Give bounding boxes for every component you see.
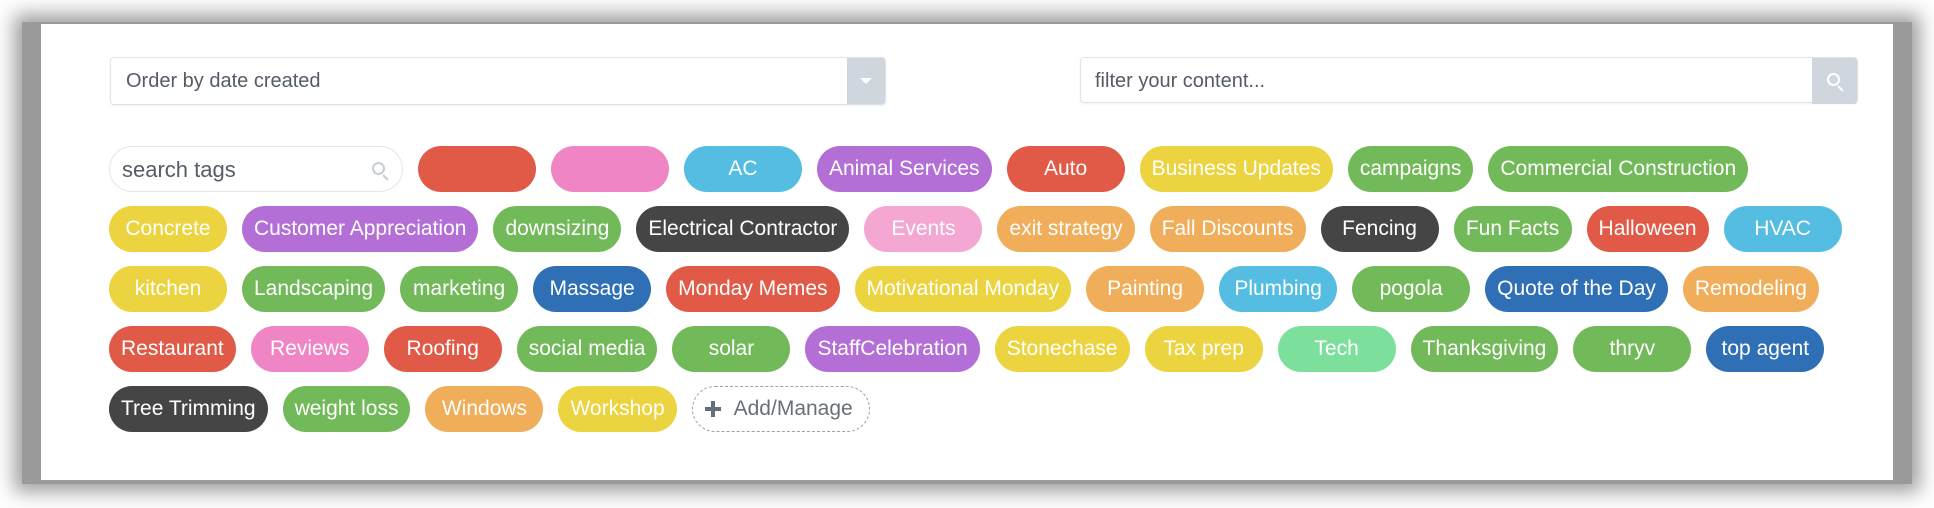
- tag-pill[interactable]: downsizing: [493, 206, 622, 252]
- tag-pill[interactable]: Monday Memes: [666, 266, 840, 312]
- tag-pill[interactable]: Electrical Contractor: [636, 206, 850, 252]
- tag-pill[interactable]: Customer Appreciation: [242, 206, 479, 252]
- tag-pill[interactable]: Quote of the Day: [1485, 266, 1668, 312]
- tag-pill[interactable]: campaigns: [1347, 146, 1474, 192]
- tag-pill[interactable]: Events: [864, 206, 983, 252]
- tag-pill[interactable]: [418, 146, 536, 192]
- tag-pill[interactable]: Roofing: [383, 326, 502, 372]
- tag-pill[interactable]: Stonechase: [994, 326, 1130, 372]
- tag-pill[interactable]: Fall Discounts: [1149, 206, 1306, 252]
- tag-pill[interactable]: HVAC: [1723, 206, 1842, 252]
- tag-pill[interactable]: Thanksgiving: [1410, 326, 1559, 372]
- tag-pill[interactable]: Massage: [533, 266, 652, 312]
- tag-pill[interactable]: Fencing: [1320, 206, 1439, 252]
- tag-pill[interactable]: StaffCelebration: [805, 326, 980, 372]
- filter-search-button[interactable]: [1812, 58, 1857, 104]
- tag-pill[interactable]: Fun Facts: [1453, 206, 1572, 252]
- tag-pill[interactable]: Windows: [425, 386, 544, 432]
- tag-pill[interactable]: Business Updates: [1139, 146, 1333, 192]
- tag-pill[interactable]: top agent: [1706, 326, 1825, 372]
- tag-pill[interactable]: marketing: [400, 266, 519, 312]
- tag-pill[interactable]: AC: [684, 146, 802, 192]
- tag-pill[interactable]: kitchen: [109, 266, 227, 312]
- tag-pill[interactable]: Commercial Construction: [1488, 146, 1749, 192]
- tag-pill[interactable]: Tax prep: [1144, 326, 1263, 372]
- add-manage-label: Add/Manage: [733, 397, 853, 420]
- tag-pill[interactable]: social media: [516, 326, 658, 372]
- tag-pill[interactable]: Auto: [1006, 146, 1125, 192]
- chevron-down-icon: [860, 78, 872, 84]
- tag-pill[interactable]: Remodeling: [1682, 266, 1819, 312]
- tag-pill[interactable]: Workshop: [558, 386, 677, 432]
- tag-list: AC Animal Services Auto Business Updates cam…: [109, 146, 1869, 432]
- tag-pill[interactable]: thryv: [1573, 326, 1692, 372]
- order-select[interactable]: Order by date created: [110, 57, 886, 105]
- tag-pill[interactable]: Concrete: [109, 206, 227, 252]
- tag-pill[interactable]: Halloween: [1586, 206, 1709, 252]
- tag-pill[interactable]: Landscaping: [242, 266, 386, 312]
- tag-pill[interactable]: weight loss: [282, 386, 411, 432]
- tag-search-input[interactable]: [122, 156, 362, 184]
- tag-pill[interactable]: solar: [672, 326, 791, 372]
- tag-pill[interactable]: [551, 146, 669, 192]
- tag-pill[interactable]: Tree Trimming: [109, 386, 268, 432]
- tag-pill[interactable]: Painting: [1086, 266, 1205, 312]
- tag-pill[interactable]: Restaurant: [109, 326, 236, 372]
- tag-pill[interactable]: Motivational Monday: [854, 266, 1072, 312]
- tag-pill[interactable]: Reviews: [250, 326, 369, 372]
- add-manage-tags-button[interactable]: Add/Manage: [691, 386, 870, 432]
- tag-pill[interactable]: exit strategy: [997, 206, 1135, 252]
- tag-search: [109, 146, 403, 192]
- order-select-value: Order by date created: [126, 70, 321, 92]
- order-dropdown-toggle[interactable]: [847, 58, 885, 104]
- tag-pill[interactable]: Tech: [1277, 326, 1396, 372]
- plus-icon: [704, 401, 721, 417]
- filter-content-input[interactable]: [1095, 68, 1795, 94]
- tag-pill[interactable]: Plumbing: [1219, 266, 1338, 312]
- tag-pill[interactable]: Animal Services: [817, 146, 992, 192]
- tag-pill[interactable]: pogola: [1352, 266, 1471, 312]
- content-filter: [1080, 57, 1858, 104]
